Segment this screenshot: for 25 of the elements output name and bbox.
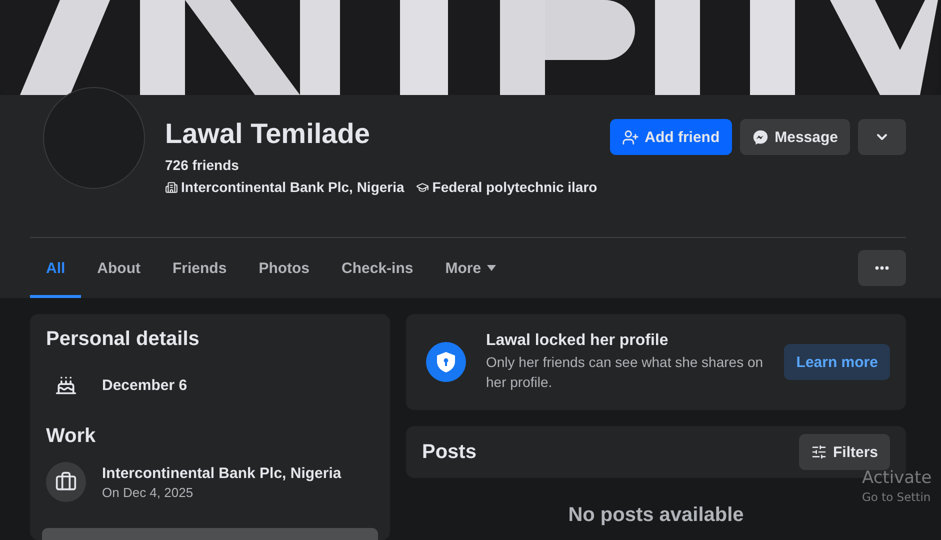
add-friend-button[interactable]: Add friend [610, 119, 732, 155]
profile-tab[interactable]: Check-ins [326, 238, 430, 298]
posts-title: Posts [422, 440, 476, 464]
empty-posts-text: No posts available [567, 504, 745, 527]
learn-more-button[interactable]: Learn more [784, 344, 890, 380]
notice-title: Lawal locked her profile [486, 332, 670, 350]
watermark-subtitle: Go to Settin [862, 490, 932, 504]
notice-text: Only her friends can see what she shares on her profile. [486, 353, 764, 392]
profile-tab[interactable]: Photos [242, 238, 326, 298]
profile-tab[interactable]: Friends [156, 238, 243, 298]
profile-name: Lawal Temilade [165, 117, 371, 151]
section-title: Personal details [46, 328, 200, 351]
profile-tab[interactable]: About [81, 238, 156, 298]
workplace-text: Intercontinental Bank Plc, Nigeria [181, 179, 404, 195]
work-date: On Dec 4, 2025 [102, 484, 194, 500]
watermark-title: Activate [862, 468, 932, 488]
profile-tab[interactable]: All [30, 238, 82, 298]
profile-tab[interactable]: More [429, 238, 512, 298]
school-text: Federal polytechnic ilaro [432, 179, 598, 195]
filters-button[interactable]: Filters [798, 434, 890, 470]
birthday-text: December 6 [102, 376, 188, 394]
message-button[interactable]: Message [740, 119, 850, 155]
section-title: Work [46, 425, 97, 448]
employer-text: Intercontinental Bank Plc, Nigeria [102, 464, 342, 482]
friends-count[interactable]: 726 friends [165, 157, 610, 173]
